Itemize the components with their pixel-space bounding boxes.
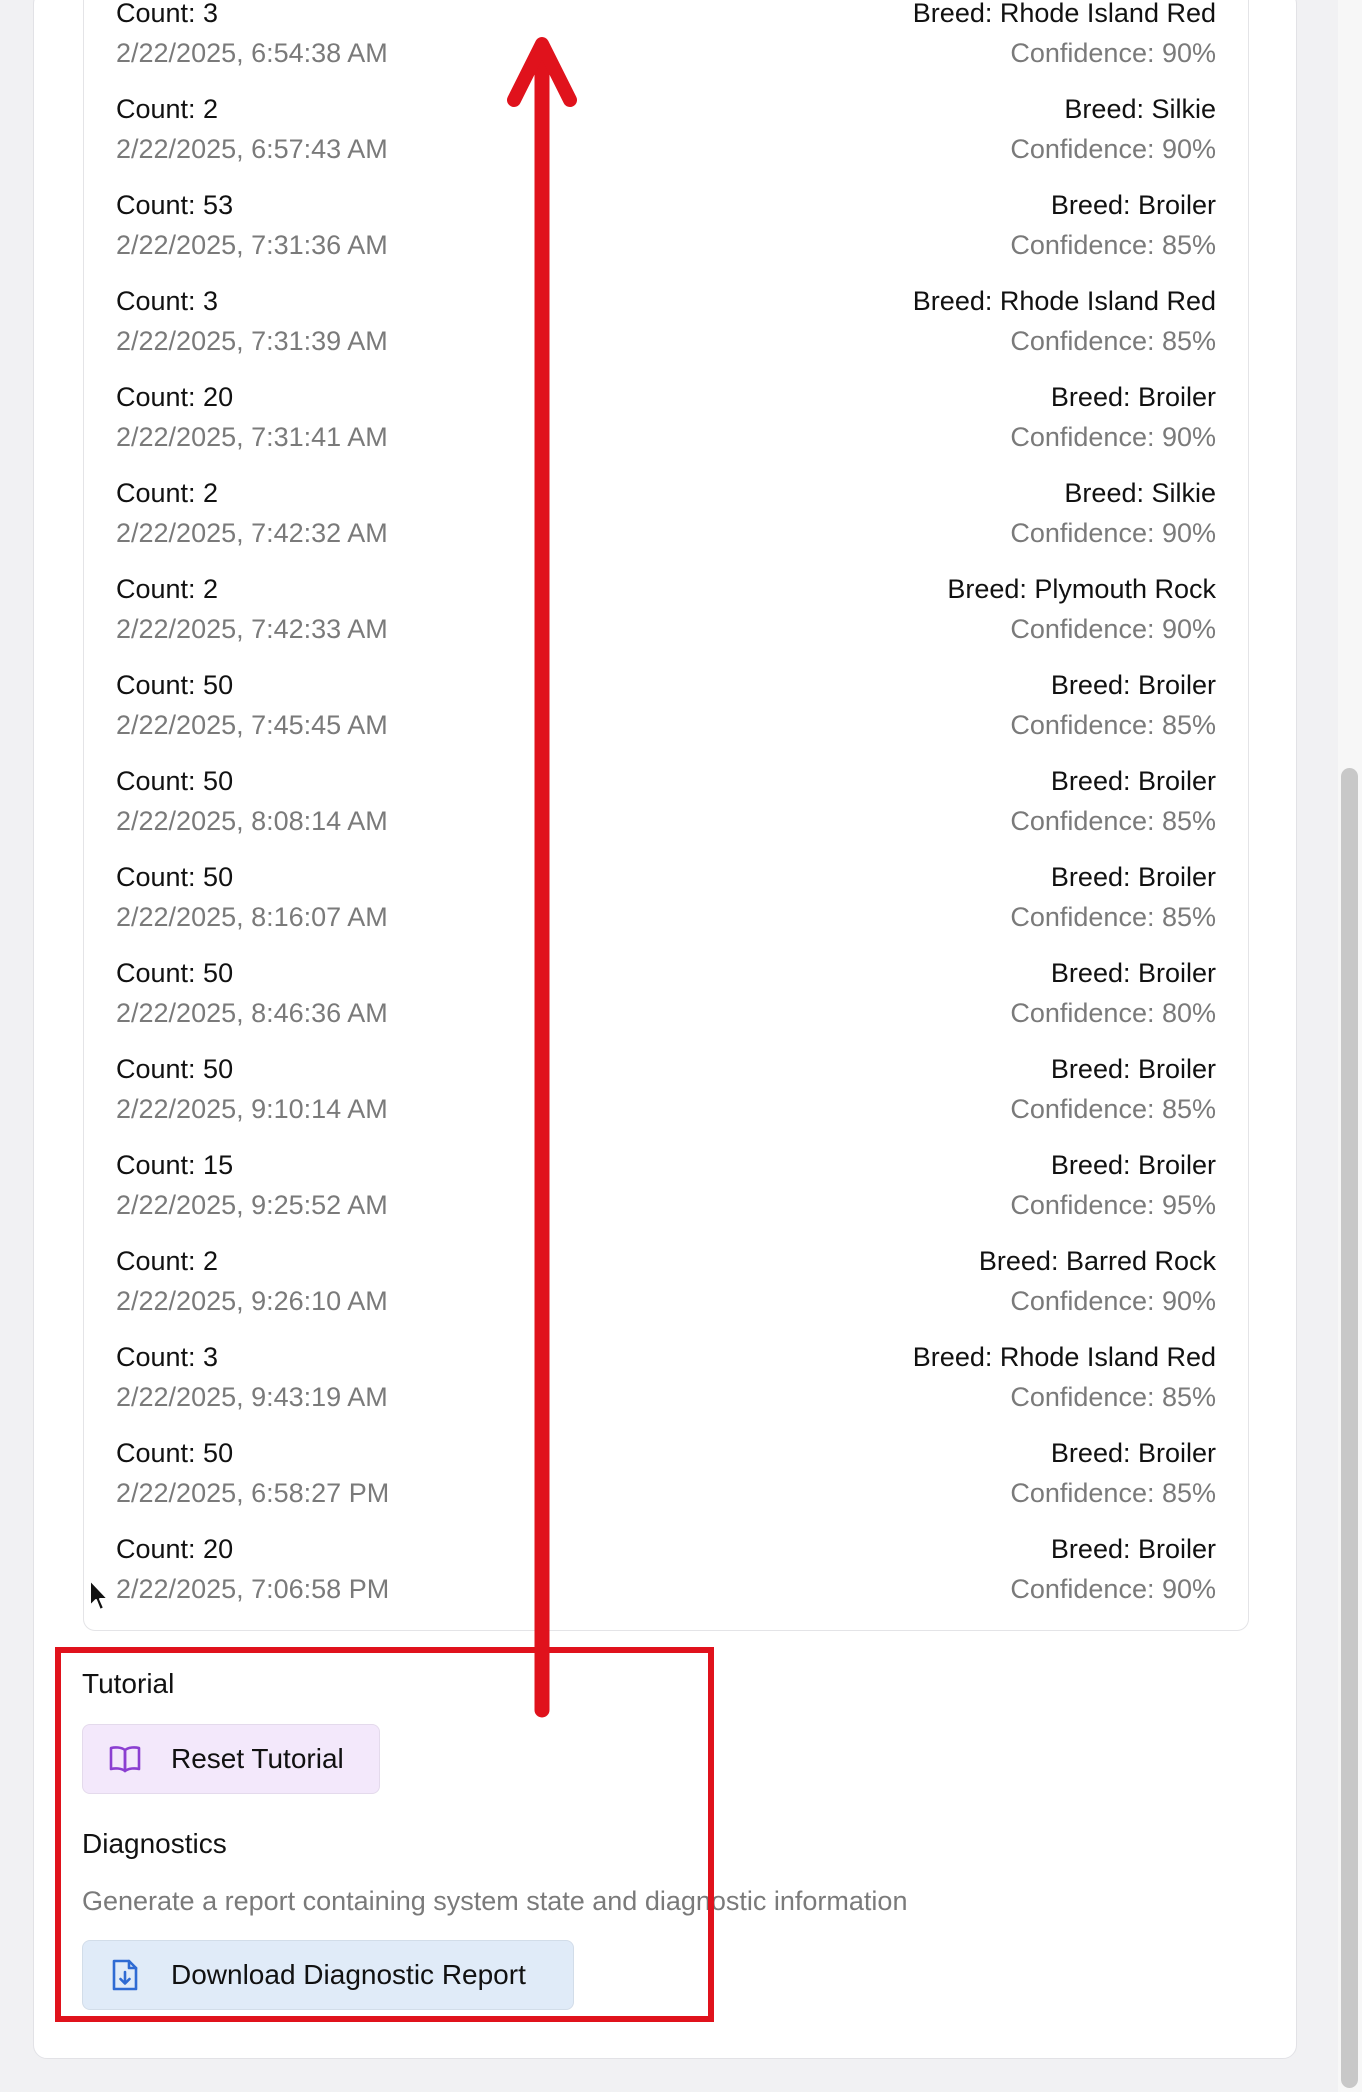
history-breed: Breed: Broiler [1050, 766, 1216, 796]
history-count: Count: 50 [116, 766, 234, 796]
history-timestamp: 2/22/2025, 7:31:39 AM [116, 326, 388, 356]
history-count: Count: 50 [116, 958, 234, 988]
history-row: Count: 50 2/22/2025, 9:10:14 AM Breed: Bro… [116, 1049, 1216, 1145]
history-confidence: Confidence: 85% [1010, 1478, 1216, 1508]
history-row: Count: 50 2/22/2025, 8:46:36 AM Breed: Bro… [116, 953, 1216, 1049]
history-confidence: Confidence: 90% [1010, 422, 1216, 452]
history-row: Count: 3 2/22/2025, 6:54:38 AM Breed: Rhod… [116, 0, 1216, 89]
history-count: Count: 3 [116, 1342, 219, 1372]
history-timestamp: 2/22/2025, 8:46:36 AM [116, 998, 388, 1028]
annotation-highlight-box [55, 1647, 714, 2022]
history-confidence: Confidence: 85% [1010, 230, 1216, 260]
history-timestamp: 2/22/2025, 7:31:41 AM [116, 422, 388, 452]
history-count: Count: 53 [116, 190, 234, 220]
history-count: Count: 50 [116, 1054, 234, 1084]
history-row: Count: 3 2/22/2025, 9:43:19 AM Breed: Rhod… [116, 1337, 1216, 1433]
history-breed: Breed: Broiler [1050, 1054, 1216, 1084]
history-count: Count: 2 [116, 478, 219, 508]
history-breed: Breed: Silkie [1064, 94, 1216, 124]
mouse-cursor-icon [89, 1579, 109, 1611]
history-timestamp: 2/22/2025, 9:10:14 AM [116, 1094, 388, 1124]
history-timestamp: 2/22/2025, 6:54:38 AM [116, 38, 388, 68]
history-count: Count: 50 [116, 1438, 234, 1468]
history-confidence: Confidence: 95% [1010, 1190, 1216, 1220]
history-confidence: Confidence: 85% [1010, 326, 1216, 356]
history-timestamp: 2/22/2025, 9:43:19 AM [116, 1382, 388, 1412]
history-confidence: Confidence: 85% [1010, 1382, 1216, 1412]
history-breed: Breed: Rhode Island Red [912, 0, 1216, 28]
history-count: Count: 2 [116, 1246, 219, 1276]
history-breed: Breed: Barred Rock [978, 1246, 1216, 1276]
history-breed: Breed: Broiler [1050, 862, 1216, 892]
history-row: Count: 50 2/22/2025, 8:08:14 AM Breed: Bro… [116, 761, 1216, 857]
history-count: Count: 2 [116, 574, 219, 604]
history-breed: Breed: Silkie [1064, 478, 1216, 508]
history-row: Count: 15 2/22/2025, 9:25:52 AM Breed: Bro… [116, 1145, 1216, 1241]
history-count: Count: 3 [116, 0, 219, 28]
history-confidence: Confidence: 90% [1010, 1574, 1216, 1604]
history-count: Count: 50 [116, 670, 234, 700]
history-timestamp: 2/22/2025, 7:31:36 AM [116, 230, 388, 260]
history-timestamp: 2/22/2025, 9:26:10 AM [116, 1286, 388, 1316]
scrollbar-thumb[interactable] [1341, 768, 1358, 2088]
history-timestamp: 2/22/2025, 9:25:52 AM [116, 1190, 388, 1220]
history-confidence: Confidence: 90% [1010, 518, 1216, 548]
history-breed: Breed: Broiler [1050, 670, 1216, 700]
history-row: Count: 2 2/22/2025, 7:42:32 AM Breed: Silk… [116, 473, 1216, 569]
history-timestamp: 2/22/2025, 6:58:27 PM [116, 1478, 390, 1508]
history-row: Count: 2 2/22/2025, 7:42:33 AM Breed: Plym… [116, 569, 1216, 665]
history-confidence: Confidence: 85% [1010, 806, 1216, 836]
history-confidence: Confidence: 90% [1010, 38, 1216, 68]
history-breed: Breed: Broiler [1050, 382, 1216, 412]
history-confidence: Confidence: 80% [1010, 998, 1216, 1028]
history-row: Count: 3 2/22/2025, 7:31:39 AM Breed: Rhod… [116, 281, 1216, 377]
history-confidence: Confidence: 90% [1010, 614, 1216, 644]
history-breed: Breed: Rhode Island Red [912, 286, 1216, 316]
history-breed: Breed: Broiler [1050, 1438, 1216, 1468]
history-row: Count: 2 2/22/2025, 9:26:10 AM Breed: Barr… [116, 1241, 1216, 1337]
history-list: Count: 3 2/22/2025, 6:54:38 AM Breed: Rhod… [83, 0, 1249, 1631]
history-breed: Breed: Broiler [1050, 958, 1216, 988]
history-timestamp: 2/22/2025, 7:06:58 PM [116, 1574, 390, 1604]
history-count: Count: 2 [116, 94, 219, 124]
history-confidence: Confidence: 85% [1010, 902, 1216, 932]
history-count: Count: 20 [116, 382, 234, 412]
history-row: Count: 53 2/22/2025, 7:31:36 AM Breed: Bro… [116, 185, 1216, 281]
history-count: Count: 15 [116, 1150, 234, 1180]
history-timestamp: 2/22/2025, 7:42:32 AM [116, 518, 388, 548]
history-row: Count: 20 2/22/2025, 7:06:58 PM Breed: Bro… [116, 1529, 1216, 1625]
history-row: Count: 20 2/22/2025, 7:31:41 AM Breed: Bro… [116, 377, 1216, 473]
history-timestamp: 2/22/2025, 7:45:45 AM [116, 710, 388, 740]
history-confidence: Confidence: 85% [1010, 1094, 1216, 1124]
history-timestamp: 2/22/2025, 8:16:07 AM [116, 902, 388, 932]
history-row: Count: 50 2/22/2025, 7:45:45 AM Breed: Bro… [116, 665, 1216, 761]
history-breed: Breed: Rhode Island Red [912, 1342, 1216, 1372]
history-row: Count: 50 2/22/2025, 8:16:07 AM Breed: Bro… [116, 857, 1216, 953]
history-confidence: Confidence: 90% [1010, 134, 1216, 164]
history-breed: Breed: Broiler [1050, 1534, 1216, 1564]
history-confidence: Confidence: 90% [1010, 1286, 1216, 1316]
history-count: Count: 20 [116, 1534, 234, 1564]
history-timestamp: 2/22/2025, 6:57:43 AM [116, 134, 388, 164]
history-count: Count: 50 [116, 862, 234, 892]
history-count: Count: 3 [116, 286, 219, 316]
history-breed: Breed: Broiler [1050, 1150, 1216, 1180]
history-confidence: Confidence: 85% [1010, 710, 1216, 740]
history-breed: Breed: Broiler [1050, 190, 1216, 220]
history-breed: Breed: Plymouth Rock [947, 574, 1216, 604]
history-row: Count: 2 2/22/2025, 6:57:43 AM Breed: Silk… [116, 89, 1216, 185]
history-timestamp: 2/22/2025, 7:42:33 AM [116, 614, 388, 644]
history-timestamp: 2/22/2025, 8:08:14 AM [116, 806, 388, 836]
history-row: Count: 50 2/22/2025, 6:58:27 PM Breed: Bro… [116, 1433, 1216, 1529]
